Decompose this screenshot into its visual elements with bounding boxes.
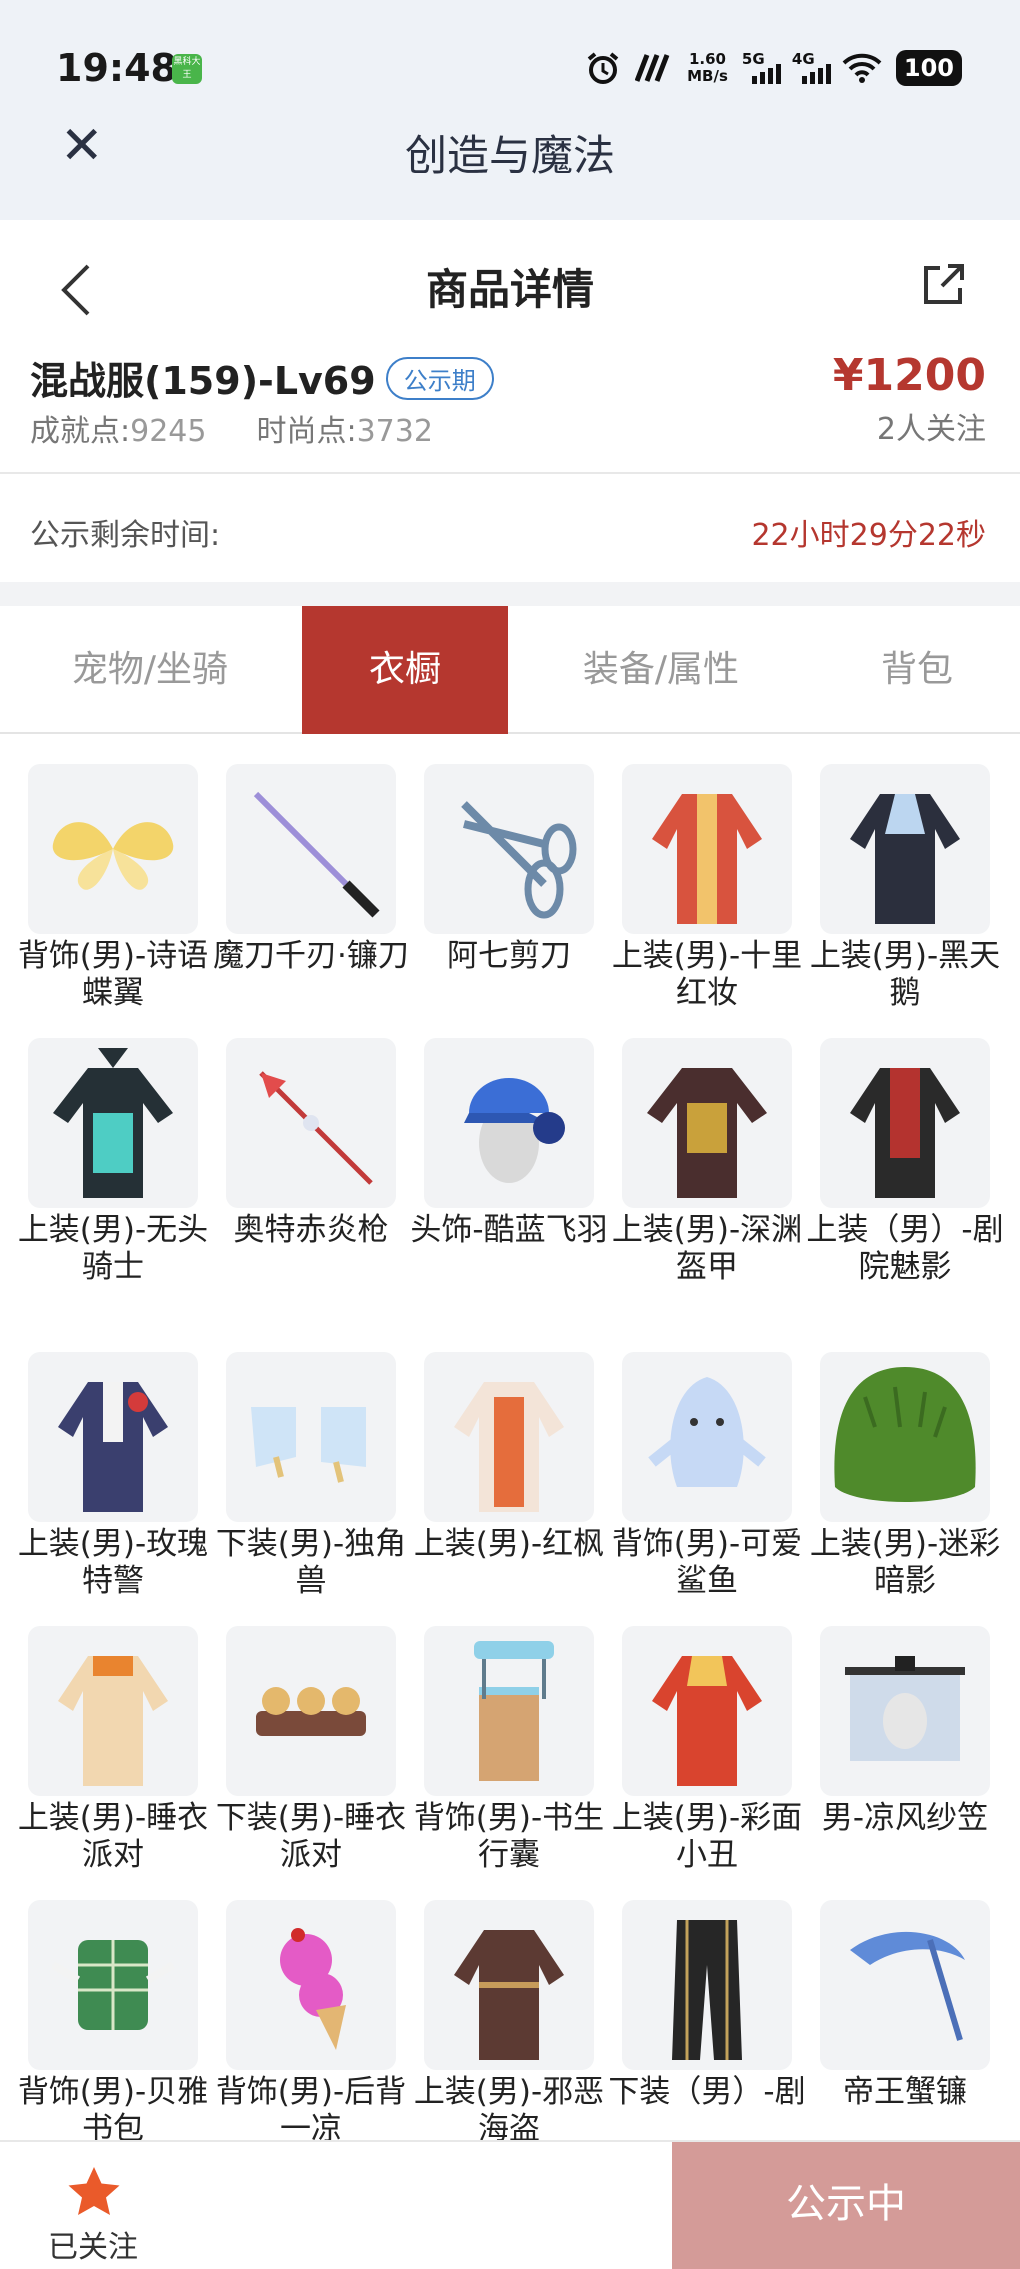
wardrobe-item[interactable]: 上装(男)-黑天鹅 <box>810 764 1000 1012</box>
pants-icon <box>622 1900 792 2070</box>
clock: 19:48 <box>56 46 177 90</box>
wardrobe-item[interactable]: 背饰(男)-诗语蝶翼 <box>18 764 208 1012</box>
scissors-icon <box>424 764 594 934</box>
book-box-icon <box>424 1626 594 1796</box>
spear-icon <box>226 1038 396 1208</box>
wardrobe-item[interactable]: 上装(男)-邪恶海盗 <box>414 1900 604 2140</box>
tab-bar: 宠物/坐骑 衣橱 装备/属性 背包 <box>0 606 1020 734</box>
katana-icon <box>226 764 396 934</box>
follower-count: 2人关注 <box>876 412 986 447</box>
status-button[interactable]: 公示中 <box>672 2142 1020 2269</box>
backpack-icon <box>28 1900 198 2070</box>
uniform-icon <box>28 1352 198 1522</box>
status-icons: 1.60 MB/s 5G 4G 100 <box>585 46 962 90</box>
wardrobe-item[interactable]: 上装(男)-红枫 <box>414 1352 604 1563</box>
wardrobe-item[interactable]: 阿七剪刀 <box>424 764 594 975</box>
wardrobe-item[interactable]: 男-凉风纱笠 <box>820 1626 990 1837</box>
product-name: 混战服(159)-Lv69 公示期 <box>30 350 494 405</box>
boots-icon <box>226 1352 396 1522</box>
5g-signal-icon: 5G <box>742 50 781 86</box>
app-title: 创造与魔法 <box>404 131 615 180</box>
bottom-bar: 已关注 公示中 <box>0 2140 1020 2269</box>
network-speed: 1.60 MB/s <box>687 50 728 85</box>
veil-hat-icon <box>820 1626 990 1796</box>
wardrobe-item[interactable]: 上装(男)-无头骑士 <box>18 1038 208 1286</box>
wardrobe-item[interactable]: 背饰(男)-可爱鲨鱼 <box>612 1352 802 1600</box>
wardrobe-item[interactable]: 上装(男)-迷彩暗影 <box>810 1352 1000 1600</box>
product-stats: 成就点:9245 时尚点:3732 <box>30 414 433 449</box>
shark-icon <box>622 1352 792 1522</box>
butterfly-wings-icon <box>28 764 198 934</box>
wardrobe-item[interactable]: 魔刀千刃·镰刀 <box>213 764 409 975</box>
divider <box>0 472 1020 474</box>
price: ¥1200 <box>832 350 986 401</box>
wardrobe-item[interactable]: 背饰(男)-书生行囊 <box>414 1626 604 1874</box>
black-coat-icon <box>820 764 990 934</box>
wardrobe-item[interactable]: 上装(男)-深渊盔甲 <box>612 1038 802 1286</box>
countdown-label: 公示剩余时间: <box>30 518 221 553</box>
wardrobe-grid: 背饰(男)-诗语蝶翼 魔刀千刃·镰刀 阿七剪刀 上装(男)-十里红妆 上装(男)… <box>0 764 1020 2140</box>
armor-icon <box>28 1038 198 1208</box>
wardrobe-item[interactable]: 头饰-酷蓝飞羽 <box>410 1038 608 1249</box>
vest-icon <box>820 1038 990 1208</box>
red-robe-icon <box>622 764 792 934</box>
maple-robe-icon <box>424 1352 594 1522</box>
4g-signal-icon: 4G <box>792 50 831 86</box>
status-bar: 19:48 黑科大王 1.60 MB/s 5G 4G 100 ✕ 创造与魔法 <box>0 0 1020 220</box>
wardrobe-item[interactable]: 背饰(男)-后背一凉 <box>216 1900 406 2140</box>
dark-armor-icon <box>622 1038 792 1208</box>
countdown-value: 22小时29分22秒 <box>751 518 986 553</box>
wardrobe-item[interactable]: 上装（男）-剧院魅影 <box>806 1038 1004 1286</box>
tab-wardrobe[interactable]: 衣橱 <box>302 606 508 734</box>
star-icon[interactable] <box>66 2164 122 2220</box>
wardrobe-item[interactable]: 下装(男)-独角兽 <box>216 1352 406 1600</box>
wardrobe-item[interactable]: 奥特赤炎枪 <box>226 1038 396 1249</box>
wardrobe-item[interactable]: 下装（男）-剧 <box>608 1900 806 2111</box>
icecream-icon <box>226 1900 396 2070</box>
status-badge: 公示期 <box>385 357 494 400</box>
app-badge-icon: 黑科大王 <box>172 54 202 84</box>
wardrobe-item[interactable]: 背饰(男)-贝雅书包 <box>18 1900 208 2140</box>
page-title: 商品详情 <box>425 265 594 314</box>
wardrobe-item[interactable]: 上装(男)-十里红妆 <box>612 764 802 1012</box>
signal-m-icon <box>635 54 670 82</box>
wifi-icon <box>842 53 882 83</box>
share-icon[interactable] <box>920 260 968 308</box>
pajama-icon <box>28 1626 198 1796</box>
wardrobe-item[interactable]: 上装(男)-玫瑰特警 <box>18 1352 208 1600</box>
clown-icon <box>622 1626 792 1796</box>
slippers-icon <box>226 1626 396 1796</box>
cap-icon <box>424 1038 594 1208</box>
tab-pets-mounts[interactable]: 宠物/坐骑 <box>0 606 300 734</box>
tab-backpack[interactable]: 背包 <box>814 606 1020 734</box>
follow-button[interactable]: 已关注 <box>48 2222 138 2266</box>
wardrobe-item[interactable]: 上装(男)-彩面小丑 <box>612 1626 802 1874</box>
section-separator <box>0 582 1020 606</box>
wardrobe-item[interactable]: 帝王蟹镰 <box>820 1900 990 2111</box>
alarm-icon <box>587 52 619 84</box>
wardrobe-item[interactable]: 上装(男)-睡衣派对 <box>18 1626 208 1874</box>
ghillie-icon <box>820 1352 990 1522</box>
tab-equipment[interactable]: 装备/属性 <box>508 606 814 734</box>
pirate-coat-icon <box>424 1900 594 2070</box>
battery-icon: 100 <box>895 50 962 86</box>
scythe-icon <box>820 1900 990 2070</box>
wardrobe-item[interactable]: 下装(男)-睡衣派对 <box>216 1626 406 1874</box>
